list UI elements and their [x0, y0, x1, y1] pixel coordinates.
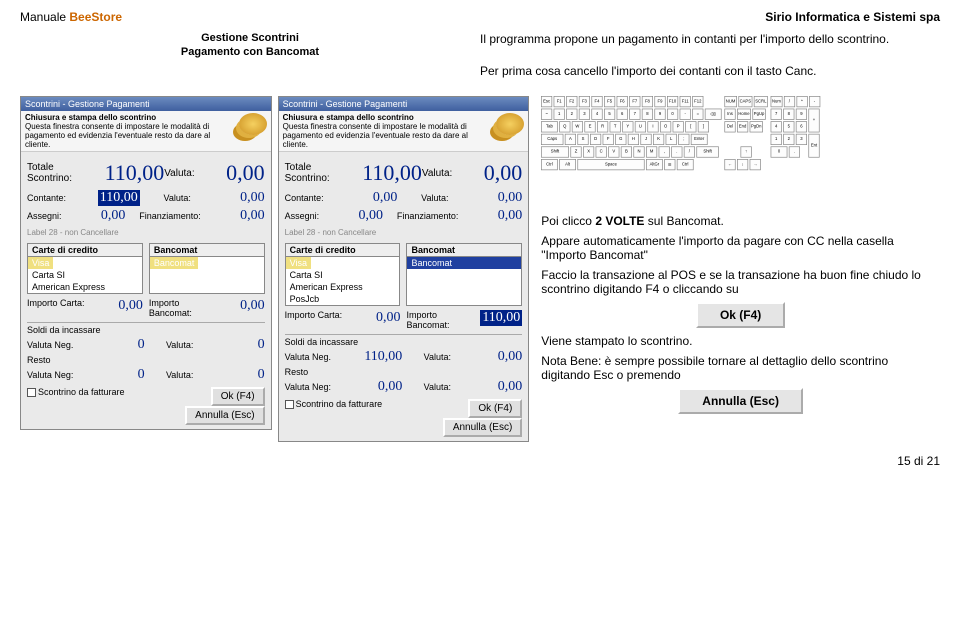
- listhead-banc: Bancomat: [150, 244, 264, 257]
- label-resto: Resto: [27, 355, 265, 365]
- value-contante-val[interactable]: 0,00: [215, 190, 265, 206]
- grey-label: Label 28 - non Cancellare: [27, 228, 265, 237]
- desc-title: Chiusura e stampa dello scontrino: [283, 113, 414, 122]
- value-valuta: 0,00: [195, 160, 265, 186]
- page-footer: 15 di 21: [20, 454, 940, 468]
- annulla-button[interactable]: Annulla (Esc): [185, 406, 264, 425]
- listbox-carte[interactable]: Carte di credito Visa Carta SI American …: [27, 243, 143, 294]
- window-description: Chiusura e stampa dello scontrino Questa…: [21, 111, 271, 152]
- screenshot-panel-b: Scontrini - Gestione Pagamenti Chiusura …: [278, 96, 530, 442]
- desc-text: Questa finestra consente di impostare le…: [283, 122, 468, 149]
- box2-head: Soldi da incassare: [27, 325, 265, 335]
- list-item: [150, 269, 264, 281]
- list-item[interactable]: Visa: [286, 257, 311, 269]
- value-contante[interactable]: 110,00: [90, 190, 140, 206]
- label-assegni: Assegni:: [27, 211, 62, 221]
- screenshot-panel-a: Scontrini - Gestione Pagamenti Chiusura …: [20, 96, 272, 430]
- window-description: Chiusura e stampa dello scontrino Questa…: [279, 111, 529, 152]
- value-valneg: 0: [95, 337, 145, 353]
- listhead-carte: Carte di credito: [28, 244, 142, 257]
- value-imp-banc[interactable]: 110,00: [472, 310, 522, 330]
- list-item[interactable]: Bancomat: [407, 257, 521, 269]
- listbox-carte[interactable]: Carte di credito Visa Carta SI American …: [285, 243, 401, 306]
- value-imp-carta[interactable]: 0,00: [93, 298, 143, 318]
- value-totale: 110,00: [352, 160, 422, 186]
- label-imp-carta: Importo Carta:: [27, 298, 85, 318]
- page-header: Manuale BeeStore Sirio Informatica e Sis…: [20, 10, 940, 24]
- label-valuta: Valuta:: [164, 168, 194, 179]
- desc-text: Questa finestra consente di impostare le…: [25, 122, 210, 149]
- coins-icon: [239, 113, 267, 135]
- list-item[interactable]: PosJcb: [286, 293, 400, 305]
- checkbox-fatturare[interactable]: [285, 400, 294, 409]
- label-valneg2: Valuta Neg:: [27, 370, 73, 380]
- list-item[interactable]: Carta SI: [28, 269, 142, 281]
- list-item[interactable]: American Express: [28, 281, 142, 293]
- checkbox-fatturare[interactable]: [27, 388, 36, 397]
- coins-icon: [496, 113, 524, 135]
- list-item[interactable]: American Express: [286, 281, 400, 293]
- label-valuta-sm: Valuta:: [164, 193, 191, 203]
- header-company: Sirio Informatica e Sistemi spa: [765, 10, 940, 24]
- label-contante: Contante:: [27, 193, 66, 203]
- paragraph-nota: Nota Bene: è sempre possibile tornare al…: [541, 354, 940, 382]
- value-finanz[interactable]: 0,00: [215, 208, 265, 224]
- list-item: [150, 281, 264, 293]
- list-item[interactable]: Bancomat: [150, 257, 199, 269]
- desc-title: Chiusura e stampa dello scontrino: [25, 113, 156, 122]
- label-finanz: Finanziamento:: [139, 211, 201, 221]
- paragraph-appare: Appare automaticamente l'importo da paga…: [541, 234, 940, 262]
- value-imp-banc[interactable]: 0,00: [215, 298, 265, 318]
- label-valneg: Valuta Neg.: [27, 340, 73, 350]
- value-contante[interactable]: 0,00: [347, 190, 397, 206]
- list-item[interactable]: Carta SI: [286, 269, 400, 281]
- intro-paragraph-1: Il programma propone un pagamento in con…: [480, 32, 940, 46]
- value-assegni[interactable]: 0,00: [75, 208, 125, 224]
- paragraph-click: Poi clicco 2 VOLTE sul Bancomat.: [541, 214, 940, 228]
- ok-button[interactable]: Ok (F4): [211, 387, 265, 406]
- keyboard-illustration: EscF1F2F3F4F5F6F7F8F9F10F11F12 ~12345678…: [541, 96, 820, 170]
- subsection-title: Pagamento con Bancomat: [20, 46, 480, 58]
- brand-name: BeeStore: [69, 10, 122, 24]
- section-title: Gestione Scontrini: [20, 32, 480, 44]
- list-item[interactable]: Visa: [28, 257, 53, 269]
- label-imp-banc: Importo Bancomat:: [149, 298, 215, 318]
- paragraph-trans: Faccio la transazione al POS e se la tra…: [541, 268, 940, 296]
- ok-big-button[interactable]: Ok (F4): [696, 302, 785, 328]
- value-valuta: 0,00: [452, 160, 522, 186]
- annulla-big-button[interactable]: Annulla (Esc): [678, 388, 803, 414]
- ok-button[interactable]: Ok (F4): [468, 399, 522, 418]
- intro-paragraph-2: Per prima cosa cancello l'importo dei co…: [480, 64, 940, 78]
- paragraph-stampa: Viene stampato lo scontrino.: [541, 334, 940, 348]
- header-left: Manuale BeeStore: [20, 10, 122, 24]
- listbox-bancomat[interactable]: Bancomat Bancomat: [149, 243, 265, 294]
- window-titlebar: Scontrini - Gestione Pagamenti: [21, 97, 271, 111]
- label-totale: Totale Scontrino:: [27, 162, 94, 184]
- manual-word: Manuale: [20, 10, 66, 24]
- annulla-button[interactable]: Annulla (Esc): [443, 418, 522, 437]
- listbox-bancomat[interactable]: Bancomat Bancomat: [406, 243, 522, 306]
- window-titlebar: Scontrini - Gestione Pagamenti: [279, 97, 529, 111]
- value-totale: 110,00: [94, 160, 164, 186]
